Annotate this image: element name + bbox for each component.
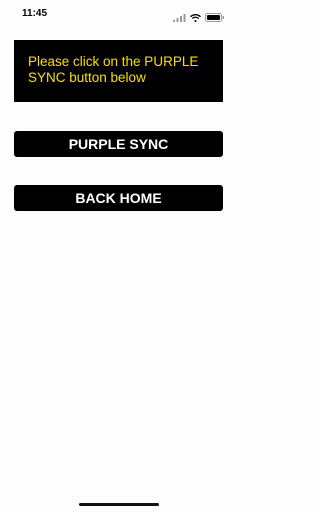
status-bar: 11:45 (0, 0, 237, 28)
status-icons (173, 9, 225, 27)
home-indicator (79, 503, 159, 506)
battery-icon (205, 9, 225, 27)
purple-sync-button[interactable]: PURPLE SYNC (14, 131, 223, 157)
instruction-text: Please click on the PURPLE SYNC button b… (28, 54, 199, 85)
app-screen: 11:45 Please click on the PURPLE SYNC bu… (0, 0, 237, 512)
wifi-icon (190, 9, 201, 27)
status-time: 11:45 (22, 8, 48, 19)
signal-icon (173, 9, 186, 27)
back-home-button[interactable]: BACK HOME (14, 185, 223, 211)
instruction-banner: Please click on the PURPLE SYNC button b… (14, 40, 223, 102)
